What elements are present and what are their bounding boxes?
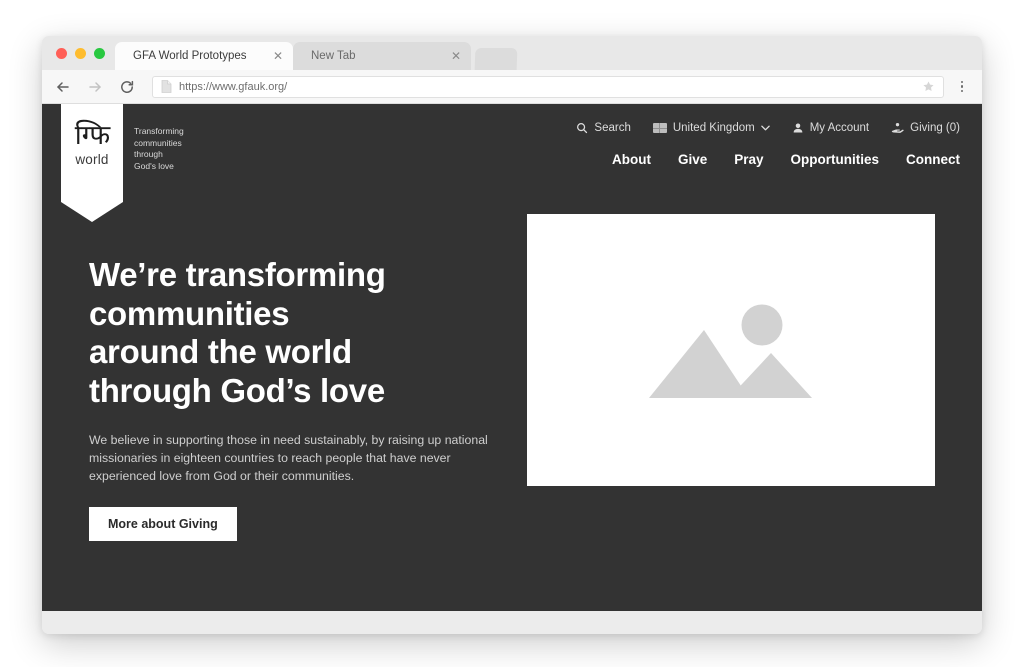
hero-image-panel: [527, 214, 935, 486]
main-nav-item-about[interactable]: About: [612, 152, 651, 167]
page-viewport: ग्फि world Transforming communities thro…: [42, 104, 982, 611]
browser-tab-2[interactable]: New Tab ✕: [293, 42, 471, 70]
close-window-button[interactable]: [56, 47, 67, 59]
hero-title-line: through God’s love: [89, 371, 385, 409]
image-placeholder-icon: [649, 304, 812, 398]
giving-hands-icon: [891, 123, 904, 133]
main-nav-item-opportunities[interactable]: Opportunities: [791, 152, 880, 167]
main-nav-item-connect[interactable]: Connect: [906, 152, 960, 167]
browser-window: GFA World Prototypes ✕ New Tab ✕ https:/…: [42, 36, 982, 634]
utility-nav-label: My Account: [809, 122, 870, 134]
utility-nav-label: Giving (0): [910, 122, 960, 134]
utility-nav-label: United Kingdom: [672, 122, 755, 134]
user-icon: [793, 123, 803, 133]
tab-close-icon[interactable]: ✕: [265, 50, 283, 62]
main-nav-item-pray[interactable]: Pray: [734, 152, 763, 167]
page-title: We’re transforming communities around th…: [89, 256, 509, 410]
tab-title: New Tab: [311, 50, 356, 62]
three-dot-menu-icon[interactable]: [954, 80, 970, 93]
utility-nav: Search United Kingdom My Account Giving …: [576, 122, 960, 134]
address-bar[interactable]: https://www.gfauk.org/: [152, 75, 944, 98]
hero-title-line: We’re transforming: [89, 256, 386, 293]
flag-icon: [652, 123, 667, 133]
hero-title-line: around the world: [89, 333, 352, 370]
reload-icon[interactable]: [116, 76, 138, 98]
site-header: ग्फि world Transforming communities thro…: [42, 104, 982, 222]
tab-close-icon[interactable]: ✕: [443, 50, 461, 62]
window-traffic-lights: [50, 36, 115, 70]
gfa-logo-mark: ग्फि: [74, 120, 110, 151]
utility-nav-my-account[interactable]: My Account: [792, 122, 869, 134]
url-text[interactable]: https://www.gfauk.org/: [179, 81, 915, 93]
utility-nav-giving[interactable]: Giving (0): [891, 122, 960, 134]
search-icon: [577, 123, 588, 134]
new-tab-button[interactable]: [474, 48, 518, 70]
star-icon[interactable]: [922, 80, 935, 93]
hero-title-line: communities: [89, 294, 290, 332]
main-nav: About Give Pray Opportunities Connect: [612, 152, 960, 167]
tab-strip: GFA World Prototypes ✕ New Tab ✕: [42, 36, 982, 70]
browser-toolbar: https://www.gfauk.org/: [42, 70, 982, 104]
back-arrow-icon[interactable]: [52, 76, 74, 98]
forward-arrow-icon: [84, 76, 106, 98]
tab-title: GFA World Prototypes: [133, 50, 247, 62]
window-footer: [42, 611, 982, 634]
utility-nav-search[interactable]: Search: [576, 122, 631, 134]
utility-nav-label: Search: [594, 122, 631, 134]
more-about-giving-button[interactable]: More about Giving: [89, 507, 237, 541]
logo-word-text: world: [75, 152, 109, 167]
maximize-window-button[interactable]: [94, 47, 105, 59]
browser-tab-1[interactable]: GFA World Prototypes ✕: [115, 42, 293, 70]
hero-section: We’re transforming communities around th…: [42, 214, 982, 541]
main-nav-item-give[interactable]: Give: [678, 152, 707, 167]
page-favicon: [161, 80, 172, 93]
chevron-down-icon: [760, 125, 770, 131]
hero-body-text: We believe in supporting those in need s…: [89, 433, 488, 483]
site-logo[interactable]: ग्फि world: [61, 104, 123, 222]
logo-tagline: Transforming communities through God's l…: [134, 126, 184, 171]
utility-nav-country-selector[interactable]: United Kingdom: [652, 122, 770, 134]
minimize-window-button[interactable]: [75, 47, 86, 59]
